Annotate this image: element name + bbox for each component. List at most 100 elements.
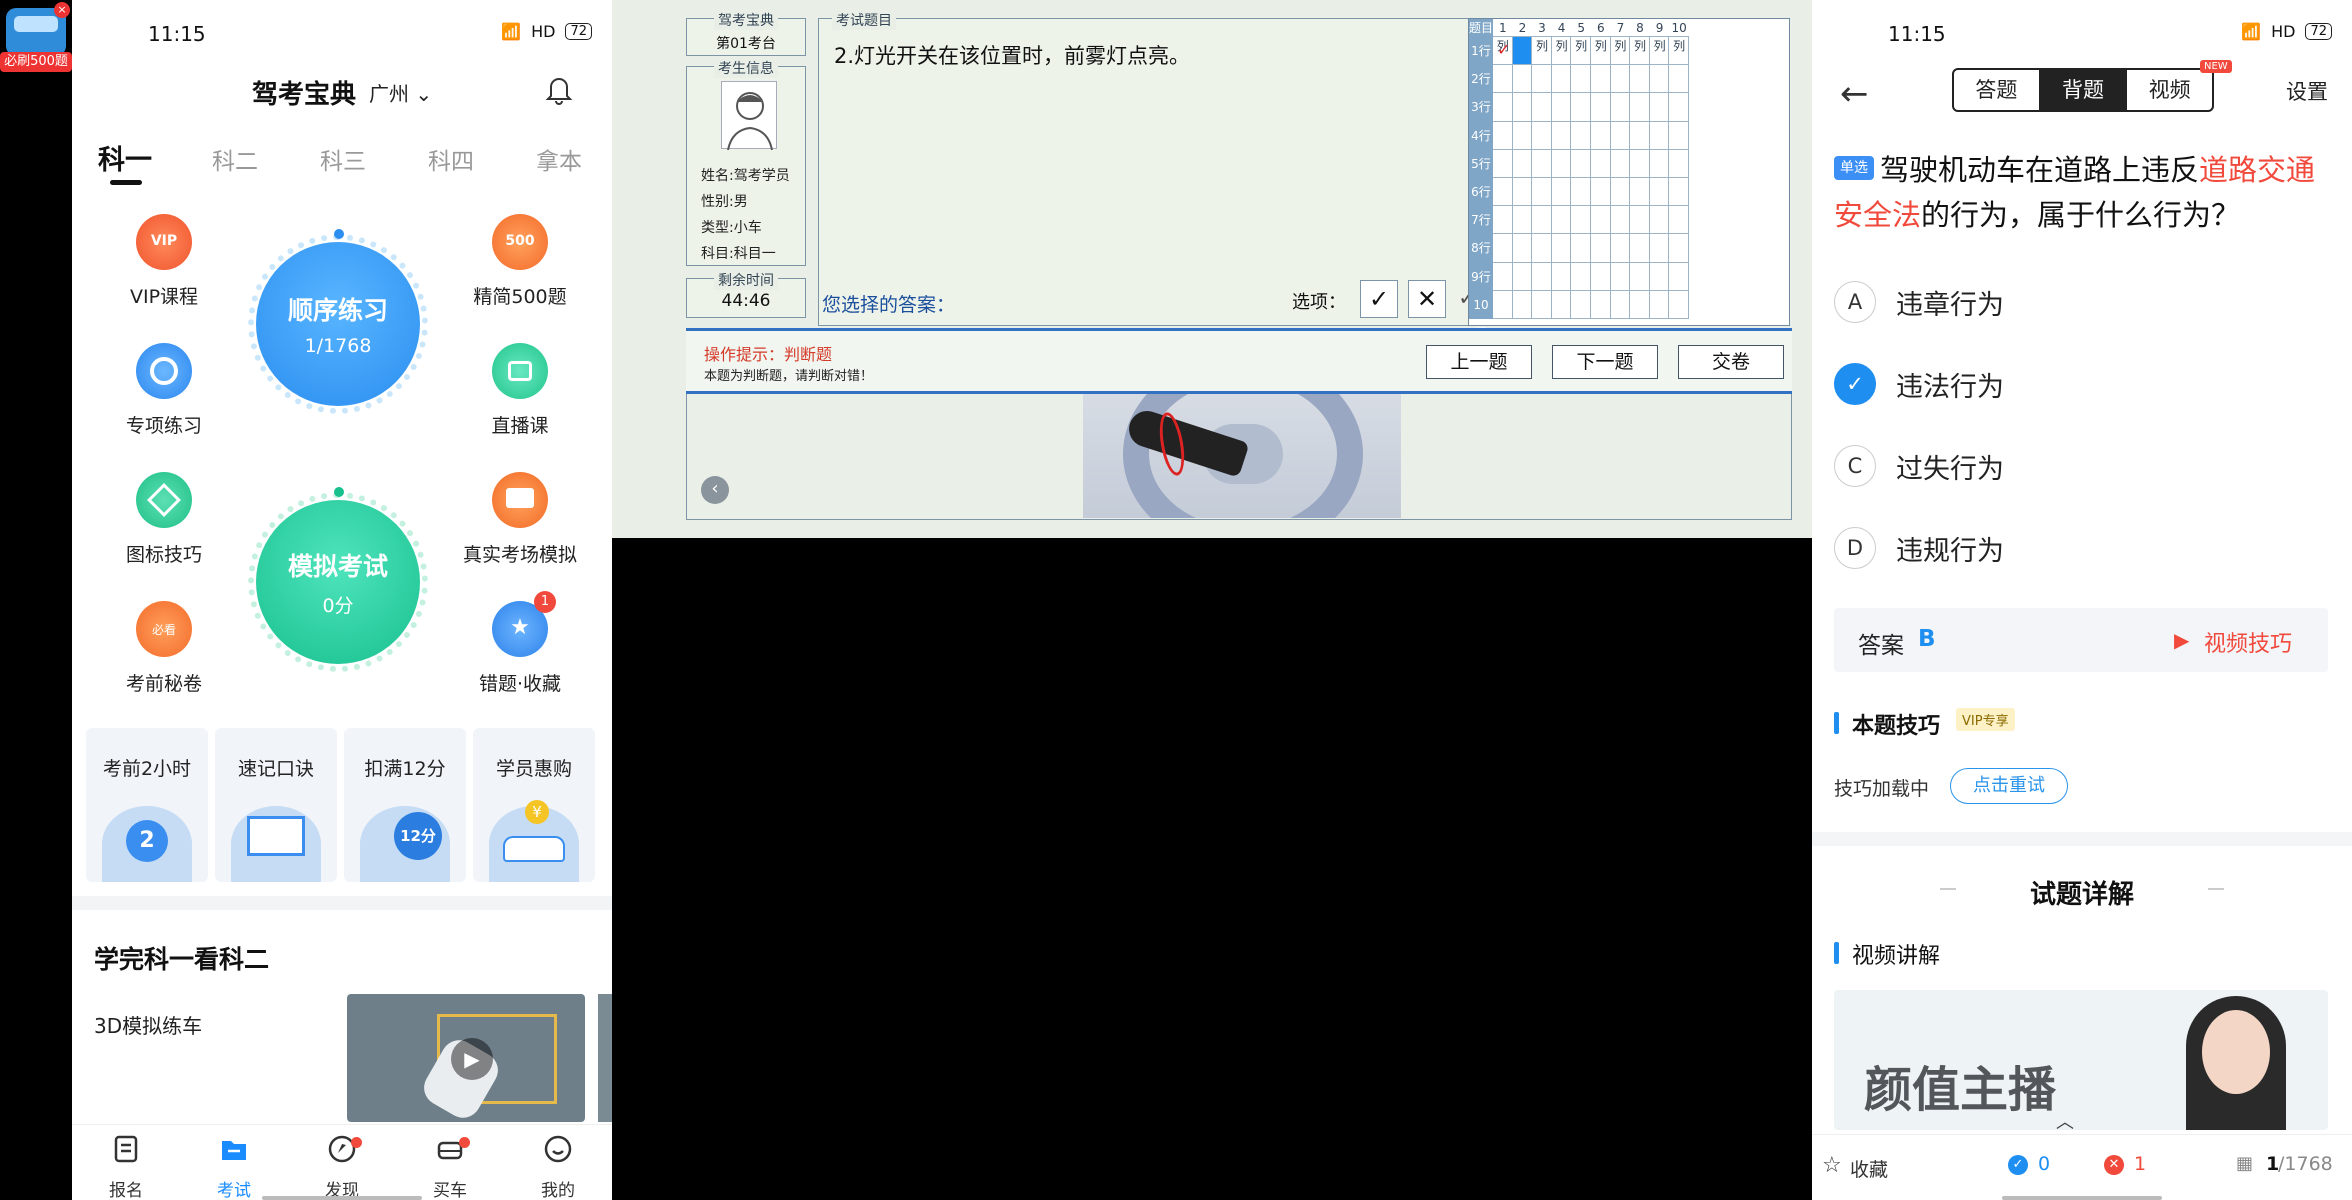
grid-cell[interactable]: [1669, 149, 1689, 178]
back-arrow-icon[interactable]: ←: [1840, 74, 1869, 114]
grid-cell[interactable]: [1551, 65, 1572, 94]
city-selector[interactable]: 广州 ⌄: [369, 78, 432, 107]
grid-cell[interactable]: [1591, 178, 1611, 207]
grid-cell[interactable]: [1591, 149, 1611, 178]
explain-video[interactable]: 颜值主播 ︿: [1834, 990, 2328, 1130]
grid-cell[interactable]: [1591, 290, 1611, 319]
grid-cell[interactable]: [1649, 178, 1670, 207]
grid-cell[interactable]: [1591, 37, 1611, 66]
grid-cell[interactable]: [1669, 65, 1689, 94]
grid-cell[interactable]: [1551, 93, 1572, 122]
grid-cell[interactable]: [1532, 234, 1552, 263]
grid-cell[interactable]: [1571, 65, 1591, 94]
grid-cell[interactable]: [1493, 290, 1513, 319]
card-member-deals[interactable]: 学员惠购 ¥: [473, 728, 595, 882]
grid-cell[interactable]: [1551, 234, 1572, 263]
segment-answer[interactable]: 答题: [1954, 70, 2039, 110]
grid-cell[interactable]: [1610, 121, 1631, 150]
grid-cell[interactable]: [1551, 290, 1572, 319]
grid-cell[interactable]: [1669, 37, 1689, 66]
grid-cell[interactable]: [1551, 121, 1572, 150]
grid-cell[interactable]: [1532, 178, 1552, 207]
choice-b[interactable]: ✓ 违法行为: [1834, 362, 2004, 406]
grid-cell[interactable]: [1630, 37, 1650, 66]
grid-cell[interactable]: [1493, 121, 1513, 150]
grid-cell[interactable]: [1571, 178, 1591, 207]
tab-subject-4[interactable]: 科四: [428, 142, 474, 176]
tab-subject-2[interactable]: 科二: [212, 142, 258, 176]
grid-cell[interactable]: [1532, 290, 1552, 319]
star-icon[interactable]: ☆: [1822, 1153, 1842, 1178]
video-tip-link[interactable]: 视频技巧: [2204, 626, 2292, 658]
grid-cell[interactable]: [1591, 234, 1611, 263]
grid-cell[interactable]: [1512, 65, 1533, 94]
choice-d[interactable]: D 违规行为: [1834, 526, 2004, 570]
grid-cell[interactable]: [1649, 121, 1670, 150]
grid-cell[interactable]: [1493, 65, 1513, 94]
nav-exam[interactable]: 考试: [194, 1133, 274, 1200]
grid-cell[interactable]: [1669, 121, 1689, 150]
grid-cell[interactable]: [1591, 206, 1611, 235]
chevron-left-icon[interactable]: ‹: [701, 476, 729, 504]
grid-cell[interactable]: [1649, 65, 1670, 94]
grid-cell[interactable]: [1669, 178, 1689, 207]
grid-cell[interactable]: [1551, 206, 1572, 235]
grid-cell[interactable]: [1630, 234, 1650, 263]
grid-cell[interactable]: [1591, 121, 1611, 150]
grid-cell[interactable]: [1493, 93, 1513, 122]
sign-tips-button[interactable]: 图标技巧: [94, 472, 234, 567]
grid-cell[interactable]: [1571, 37, 1591, 66]
3d-practice-thumbnail[interactable]: ▶: [347, 994, 585, 1122]
next-question-button[interactable]: 下一题: [1552, 345, 1658, 379]
card-mnemonics[interactable]: 速记口诀: [215, 728, 337, 882]
grid-cell[interactable]: [1669, 262, 1689, 291]
grid-cell[interactable]: [1669, 206, 1689, 235]
grid-cell[interactable]: [1551, 262, 1572, 291]
grid-cell[interactable]: [1532, 206, 1552, 235]
real-exam-sim-button[interactable]: 真实考场模拟: [450, 472, 590, 567]
grid-cell[interactable]: [1610, 206, 1631, 235]
mock-exam-button[interactable]: 模拟考试 0分: [256, 500, 420, 664]
grid-cell[interactable]: [1630, 206, 1650, 235]
grid-cell[interactable]: [1493, 149, 1513, 178]
grid-cell[interactable]: [1649, 206, 1670, 235]
secret-paper-button[interactable]: 必看 考前秘卷: [94, 601, 234, 696]
grid-cell[interactable]: [1610, 178, 1631, 207]
nav-buy-car[interactable]: 买车: [410, 1133, 490, 1200]
tab-subject-1[interactable]: 科一: [98, 138, 152, 177]
close-icon[interactable]: ×: [54, 2, 70, 18]
grid-cell[interactable]: [1610, 65, 1631, 94]
next-thumbnail[interactable]: [598, 994, 612, 1122]
grid-cell[interactable]: [1532, 37, 1552, 66]
live-class-button[interactable]: 直播课: [450, 343, 590, 438]
grid-cell[interactable]: [1669, 93, 1689, 122]
grid-cell[interactable]: [1532, 65, 1552, 94]
grid-cell[interactable]: [1630, 262, 1650, 291]
grid-cell[interactable]: [1532, 121, 1552, 150]
grid-cell[interactable]: [1493, 178, 1513, 207]
choice-c[interactable]: C 过失行为: [1834, 444, 2004, 488]
grid-cell[interactable]: [1551, 37, 1572, 66]
grid-cell[interactable]: [1571, 290, 1591, 319]
floating-app-icon[interactable]: × 必刷500题: [0, 0, 72, 72]
segment-video[interactable]: 视频: [2125, 70, 2212, 110]
grid-cell[interactable]: [1591, 93, 1611, 122]
grid-cell[interactable]: [1532, 149, 1552, 178]
grid-cell[interactable]: ✓: [1493, 37, 1513, 66]
true-button[interactable]: ✓: [1360, 280, 1398, 318]
grid-cell[interactable]: [1649, 93, 1670, 122]
nav-me[interactable]: 我的: [518, 1133, 598, 1200]
card-2-hours[interactable]: 考前2小时 2: [86, 728, 208, 882]
grid-cell[interactable]: [1571, 262, 1591, 291]
grid-cell[interactable]: [1512, 121, 1533, 150]
grid-cell[interactable]: [1571, 121, 1591, 150]
grid-cell[interactable]: [1649, 262, 1670, 291]
grid-cell[interactable]: [1630, 93, 1650, 122]
grid-cell[interactable]: [1551, 178, 1572, 207]
grid-cell[interactable]: [1649, 149, 1670, 178]
grid-cell[interactable]: [1512, 206, 1533, 235]
grid-cell[interactable]: [1512, 149, 1533, 178]
grid-cell[interactable]: [1669, 290, 1689, 319]
grid-cell[interactable]: [1610, 234, 1631, 263]
card-12-points[interactable]: 扣满12分 12分: [344, 728, 466, 882]
